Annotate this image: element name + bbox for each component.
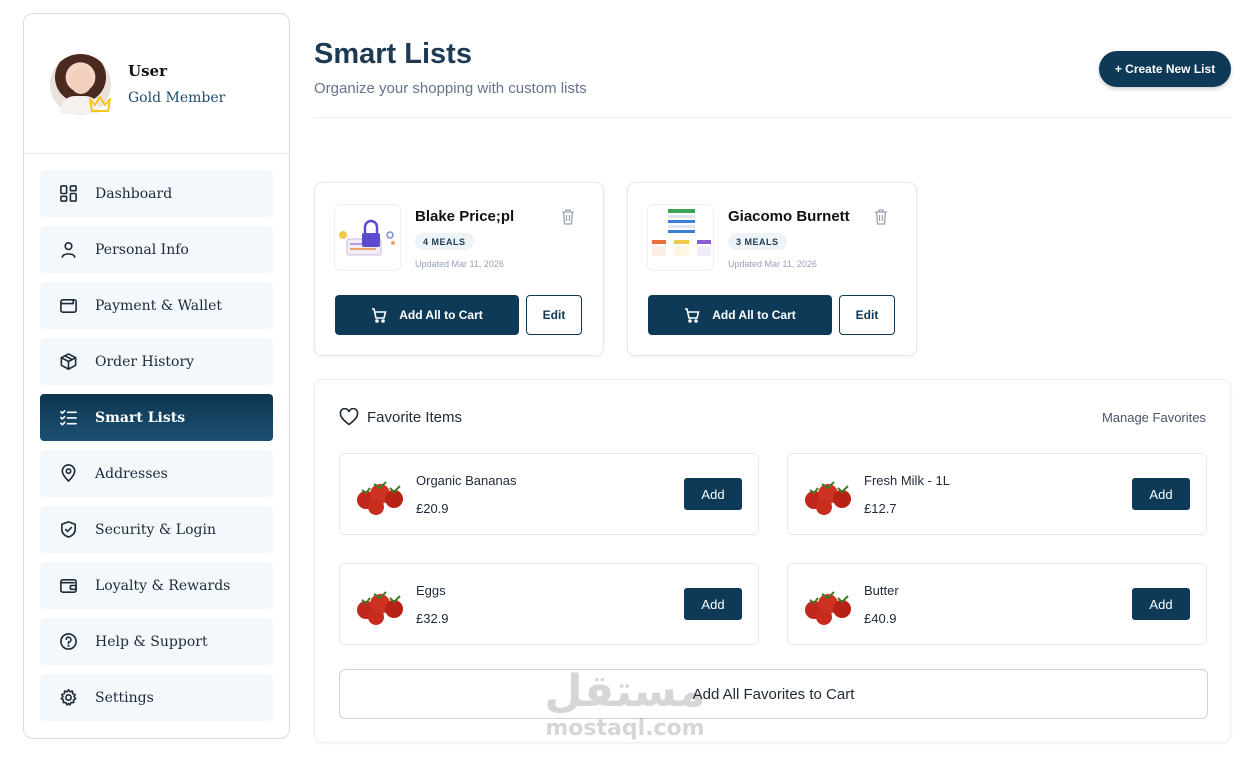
tomato-image: [357, 591, 403, 625]
meals-count-badge: 4 MEALS: [415, 233, 474, 250]
add-favorite-button[interactable]: Add: [684, 478, 742, 510]
sidebar-item-settings[interactable]: Settings: [40, 674, 273, 721]
tomato-image: [357, 481, 403, 515]
edit-list-button[interactable]: Edit: [526, 295, 582, 335]
add-all-to-cart-label: Add All to Cart: [399, 308, 483, 322]
favorite-item-name: Fresh Milk - 1L: [864, 473, 950, 488]
favorites-panel: Favorite Items Manage Favorites Organic …: [314, 379, 1231, 743]
smart-list-card: Blake Price;pl 4 MEALS Updated Mar 11, 2…: [314, 182, 604, 356]
user-icon: [58, 240, 78, 260]
wallet-icon: [58, 296, 78, 316]
favorite-item-name: Eggs: [416, 583, 446, 598]
cart-icon: [372, 308, 387, 323]
list-updated-date: Updated Mar 11, 2026: [415, 259, 504, 269]
sidebar-item-smart-lists[interactable]: Smart Lists: [40, 394, 273, 441]
shield-icon: [58, 520, 78, 540]
header-divider: [314, 117, 1231, 118]
list-name: Giacomo Burnett: [728, 208, 850, 225]
favorite-item: Eggs £32.9 Add: [339, 563, 759, 645]
sidebar-item-security-login[interactable]: Security & Login: [40, 506, 273, 553]
help-circle-icon: [58, 632, 78, 652]
tomato-image: [805, 481, 851, 515]
add-favorite-button[interactable]: Add: [684, 588, 742, 620]
favorite-item-price: £40.9: [864, 611, 897, 626]
add-all-to-cart-button[interactable]: Add All to Cart: [335, 295, 519, 335]
grid-icon: [58, 184, 78, 204]
membership-tier: Gold Member: [128, 90, 226, 106]
favorite-item-name: Organic Bananas: [416, 473, 517, 488]
sidebar-item-label: Dashboard: [95, 185, 173, 202]
favorite-item: Organic Bananas £20.9 Add: [339, 453, 759, 535]
profile-card: User Gold Member: [24, 14, 289, 154]
smart-list-card: Giacomo Burnett 3 MEALS Updated Mar 11, …: [627, 182, 917, 356]
sidebar-item-payment-wallet[interactable]: Payment & Wallet: [40, 282, 273, 329]
add-all-to-cart-label: Add All to Cart: [712, 308, 796, 322]
page-title: Smart Lists: [314, 38, 472, 70]
heart-icon: [339, 408, 359, 426]
edit-list-button[interactable]: Edit: [839, 295, 895, 335]
crown-icon: [89, 96, 111, 112]
favorite-item-price: £12.7: [864, 501, 897, 516]
add-all-to-cart-button[interactable]: Add All to Cart: [648, 295, 832, 335]
sidebar-item-order-history[interactable]: Order History: [40, 338, 273, 385]
favorite-item-price: £20.9: [416, 501, 449, 516]
cart-icon: [685, 308, 700, 323]
favorite-item-name: Butter: [864, 583, 899, 598]
manage-favorites-link[interactable]: Manage Favorites: [1102, 410, 1206, 425]
favorite-item: Fresh Milk - 1L £12.7 Add: [787, 453, 1207, 535]
sidebar-item-label: Security & Login: [95, 521, 216, 538]
sidebar-item-label: Help & Support: [95, 633, 208, 650]
sidebar-item-label: Settings: [95, 689, 154, 706]
tomato-image: [805, 591, 851, 625]
trash-icon[interactable]: [873, 208, 889, 226]
box-icon: [58, 352, 78, 372]
checklist-icon: [58, 408, 78, 428]
sidebar-item-label: Personal Info: [95, 241, 189, 258]
wallet-card-icon: [58, 576, 78, 596]
add-all-favorites-button[interactable]: Add All Favorites to Cart: [339, 669, 1208, 719]
sidebar-item-label: Smart Lists: [95, 409, 186, 426]
map-pin-icon: [58, 464, 78, 484]
favorites-title: Favorite Items: [367, 409, 463, 426]
list-name: Blake Price;pl: [415, 208, 515, 225]
list-thumbnail: [647, 204, 714, 271]
sidebar-item-label: Order History: [95, 353, 195, 370]
sidebar-item-label: Addresses: [95, 465, 168, 482]
favorite-item-price: £32.9: [416, 611, 449, 626]
sidebar-item-label: Payment & Wallet: [95, 297, 222, 314]
list-updated-date: Updated Mar 11, 2026: [728, 259, 817, 269]
sidebar-item-help-support[interactable]: Help & Support: [40, 618, 273, 665]
sidebar-item-addresses[interactable]: Addresses: [40, 450, 273, 497]
meals-count-badge: 3 MEALS: [728, 233, 787, 250]
trash-icon[interactable]: [560, 208, 576, 226]
create-new-list-button[interactable]: + Create New List: [1099, 51, 1231, 87]
sidebar-nav: Dashboard Personal Info Payment & Wallet…: [40, 170, 273, 730]
sidebar-item-loyalty-rewards[interactable]: Loyalty & Rewards: [40, 562, 273, 609]
gear-icon: [58, 688, 78, 708]
sidebar: User Gold Member Dashboard Personal Info…: [23, 13, 290, 739]
profile-name: User: [128, 62, 167, 80]
sidebar-item-personal-info[interactable]: Personal Info: [40, 226, 273, 273]
list-thumbnail: [334, 204, 401, 271]
favorite-item: Butter £40.9 Add: [787, 563, 1207, 645]
add-favorite-button[interactable]: Add: [1132, 588, 1190, 620]
page-subtitle: Organize your shopping with custom lists: [314, 80, 587, 97]
sidebar-item-dashboard[interactable]: Dashboard: [40, 170, 273, 217]
sidebar-item-label: Loyalty & Rewards: [95, 577, 231, 594]
add-favorite-button[interactable]: Add: [1132, 478, 1190, 510]
